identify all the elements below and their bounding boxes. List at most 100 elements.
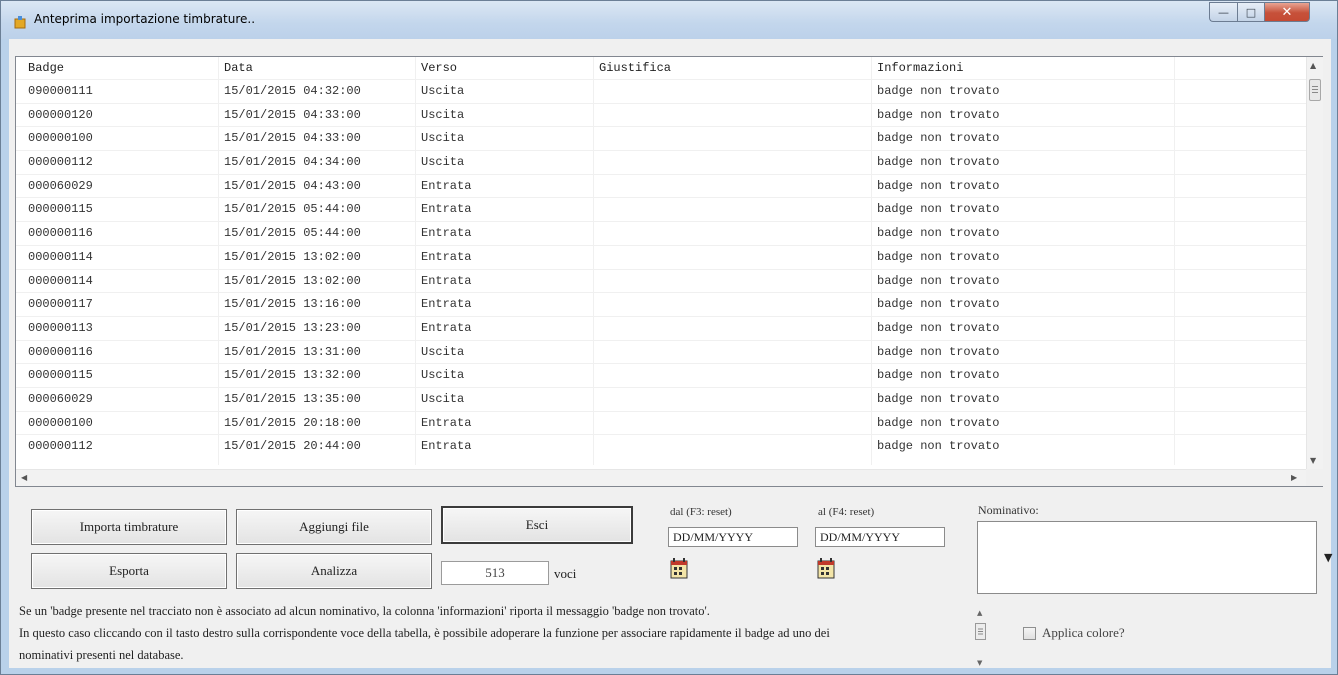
cell-badge: 000000112 <box>28 439 93 454</box>
grid-header: Badge Data Verso Giustifica Informazioni <box>16 57 1306 79</box>
cell-data: 15/01/2015 13:02:00 <box>224 273 361 288</box>
info-scroll-down-icon[interactable]: ▼ <box>977 659 982 667</box>
cell-badge: 000000116 <box>28 344 93 359</box>
info-scrollbar[interactable]: ▲ ▼ <box>973 609 989 669</box>
table-row[interactable]: 000000115 15/01/2015 05:44:00 Entrata badge… <box>16 197 1306 221</box>
cell-badge: 000000100 <box>28 131 93 146</box>
table-row[interactable]: 000000113 15/01/2015 13:23:00 Entrata badge… <box>16 315 1306 340</box>
esci-button[interactable]: Esci <box>441 506 633 544</box>
cell-data: 15/01/2015 04:32:00 <box>224 84 361 98</box>
nominativo-list[interactable] <box>977 521 1317 594</box>
cell-data: 15/01/2015 04:43:00 <box>224 178 361 193</box>
cell-informazioni: badge non trovato <box>877 226 1000 241</box>
analizza-button[interactable]: Analizza <box>236 553 432 589</box>
cell-informazioni: badge non trovato <box>877 368 1000 383</box>
table-row[interactable]: 000060029 15/01/2015 04:43:00 Entrata badge… <box>16 173 1306 198</box>
cell-verso: Entrata <box>421 439 472 454</box>
cell-badge: 000060029 <box>28 391 93 406</box>
cell-verso: Uscita <box>421 155 465 170</box>
table-row[interactable]: 000000100 15/01/2015 20:18:00 Entrata badge… <box>16 410 1306 435</box>
cell-badge: 000000114 <box>28 273 93 288</box>
cell-informazioni: badge non trovato <box>877 344 1000 359</box>
dal-calendar-icon[interactable] <box>670 557 688 579</box>
al-label: al (F4: reset) <box>818 506 875 518</box>
horizontal-scrollbar[interactable]: ◀ ▶ <box>16 469 1306 486</box>
window-title: Anteprima importazione timbrature.. <box>34 12 256 26</box>
cell-badge: 000000116 <box>28 226 93 241</box>
cell-verso: Entrata <box>421 320 472 335</box>
column-header-giustifica[interactable]: Giustifica <box>599 61 671 75</box>
cell-informazioni: badge non trovato <box>877 249 1000 264</box>
table-row[interactable]: 000000114 15/01/2015 13:02:00 Entrata badge… <box>16 244 1306 269</box>
close-button[interactable]: ✕ <box>1264 2 1310 22</box>
cell-verso: Uscita <box>421 344 465 359</box>
table-row[interactable]: 000000115 15/01/2015 13:32:00 Uscita badge … <box>16 363 1306 387</box>
dal-date-input[interactable]: DD/MM/YYYY <box>668 527 798 547</box>
cell-verso: Entrata <box>421 273 472 288</box>
table-row[interactable]: 000000100 15/01/2015 04:33:00 Uscita badge … <box>16 126 1306 150</box>
importa-timbrature-button[interactable]: Importa timbrature <box>31 509 227 545</box>
table-row[interactable]: 000000117 15/01/2015 13:16:00 Entrata badge… <box>16 292 1306 316</box>
column-header-informazioni[interactable]: Informazioni <box>877 61 963 75</box>
cell-data: 15/01/2015 04:34:00 <box>224 155 361 170</box>
cell-informazioni: badge non trovato <box>877 107 1000 122</box>
vertical-scroll-thumb[interactable] <box>1309 79 1321 101</box>
cell-informazioni: badge non trovato <box>877 415 1000 430</box>
voci-count: 513 <box>485 565 505 580</box>
cell-data: 15/01/2015 13:32:00 <box>224 368 361 383</box>
applica-colore-checkbox[interactable] <box>1023 627 1036 640</box>
maximize-button[interactable]: □ <box>1237 2 1264 22</box>
cell-data: 15/01/2015 13:31:00 <box>224 344 361 359</box>
scroll-up-arrow-icon[interactable]: ▲ <box>1310 61 1316 70</box>
scroll-down-arrow-icon[interactable]: ▼ <box>1310 456 1316 465</box>
applica-colore-label[interactable]: Applica colore? <box>1042 625 1125 641</box>
cell-badge: 000000112 <box>28 155 93 170</box>
cell-informazioni: badge non trovato <box>877 155 1000 170</box>
esporta-button[interactable]: Esporta <box>31 553 227 589</box>
scroll-left-arrow-icon[interactable]: ◀ <box>21 473 27 482</box>
cell-verso: Entrata <box>421 226 472 241</box>
column-header-badge[interactable]: Badge <box>28 61 64 75</box>
cell-verso: Uscita <box>421 84 465 98</box>
table-row[interactable]: 000000120 15/01/2015 04:33:00 Uscita badge … <box>16 102 1306 127</box>
app-icon <box>14 16 26 29</box>
cell-data: 15/01/2015 05:44:00 <box>224 226 361 241</box>
aggiungi-file-button[interactable]: Aggiungi file <box>236 509 432 545</box>
cell-verso: Entrata <box>421 178 472 193</box>
info-scroll-thumb[interactable] <box>975 623 987 641</box>
nominativo-dropdown-arrow-icon[interactable]: ▼ <box>1324 551 1332 564</box>
cell-informazioni: badge non trovato <box>877 273 1000 288</box>
cell-verso: Uscita <box>421 131 465 146</box>
table-row[interactable]: 000000116 15/01/2015 05:44:00 Entrata badge… <box>16 221 1306 245</box>
cell-data: 15/01/2015 05:44:00 <box>224 202 361 217</box>
cell-data: 15/01/2015 13:35:00 <box>224 391 361 406</box>
column-header-verso[interactable]: Verso <box>421 61 457 75</box>
table-row[interactable]: 000000112 15/01/2015 20:44:00 Entrata badge… <box>16 434 1306 458</box>
table-row[interactable]: 000000116 15/01/2015 13:31:00 Uscita badge … <box>16 339 1306 364</box>
scroll-right-arrow-icon[interactable]: ▶ <box>1291 473 1297 482</box>
table-row[interactable]: 000000114 15/01/2015 13:02:00 Entrata badge… <box>16 268 1306 293</box>
info-scroll-up-icon[interactable]: ▲ <box>977 609 982 617</box>
title-bar[interactable]: Anteprima importazione timbrature.. — □ … <box>1 1 1337 39</box>
al-calendar-icon[interactable] <box>817 557 835 579</box>
al-date-input[interactable]: DD/MM/YYYY <box>815 527 945 547</box>
table-row[interactable]: 000060029 15/01/2015 13:35:00 Uscita badge … <box>16 386 1306 411</box>
voci-label: voci <box>554 566 577 581</box>
minimize-button[interactable]: — <box>1209 2 1237 22</box>
grid-body: 090000111 15/01/2015 04:32:00 Uscita badge … <box>16 79 1306 458</box>
info-line-1: Se un 'badge presente nel tracciato non … <box>19 604 710 618</box>
cell-informazioni: badge non trovato <box>877 320 1000 335</box>
cell-badge: 000000115 <box>28 368 93 383</box>
vertical-scrollbar[interactable]: ▲ ▼ <box>1306 57 1323 469</box>
table-row[interactable]: 090000111 15/01/2015 04:32:00 Uscita badge … <box>16 79 1306 103</box>
cell-badge: 000000113 <box>28 320 93 335</box>
timbrature-grid[interactable]: Badge Data Verso Giustifica Informazioni… <box>15 56 1323 487</box>
cell-badge: 000000100 <box>28 415 93 430</box>
cell-data: 15/01/2015 13:23:00 <box>224 320 361 335</box>
cell-verso: Uscita <box>421 368 465 383</box>
import-preview-window: Anteprima importazione timbrature.. — □ … <box>0 0 1338 675</box>
column-header-data[interactable]: Data <box>224 61 253 75</box>
table-row[interactable]: 000000112 15/01/2015 04:34:00 Uscita badge … <box>16 150 1306 174</box>
info-line-3: nominativi presenti nel database. <box>19 648 184 662</box>
cell-informazioni: badge non trovato <box>877 178 1000 193</box>
